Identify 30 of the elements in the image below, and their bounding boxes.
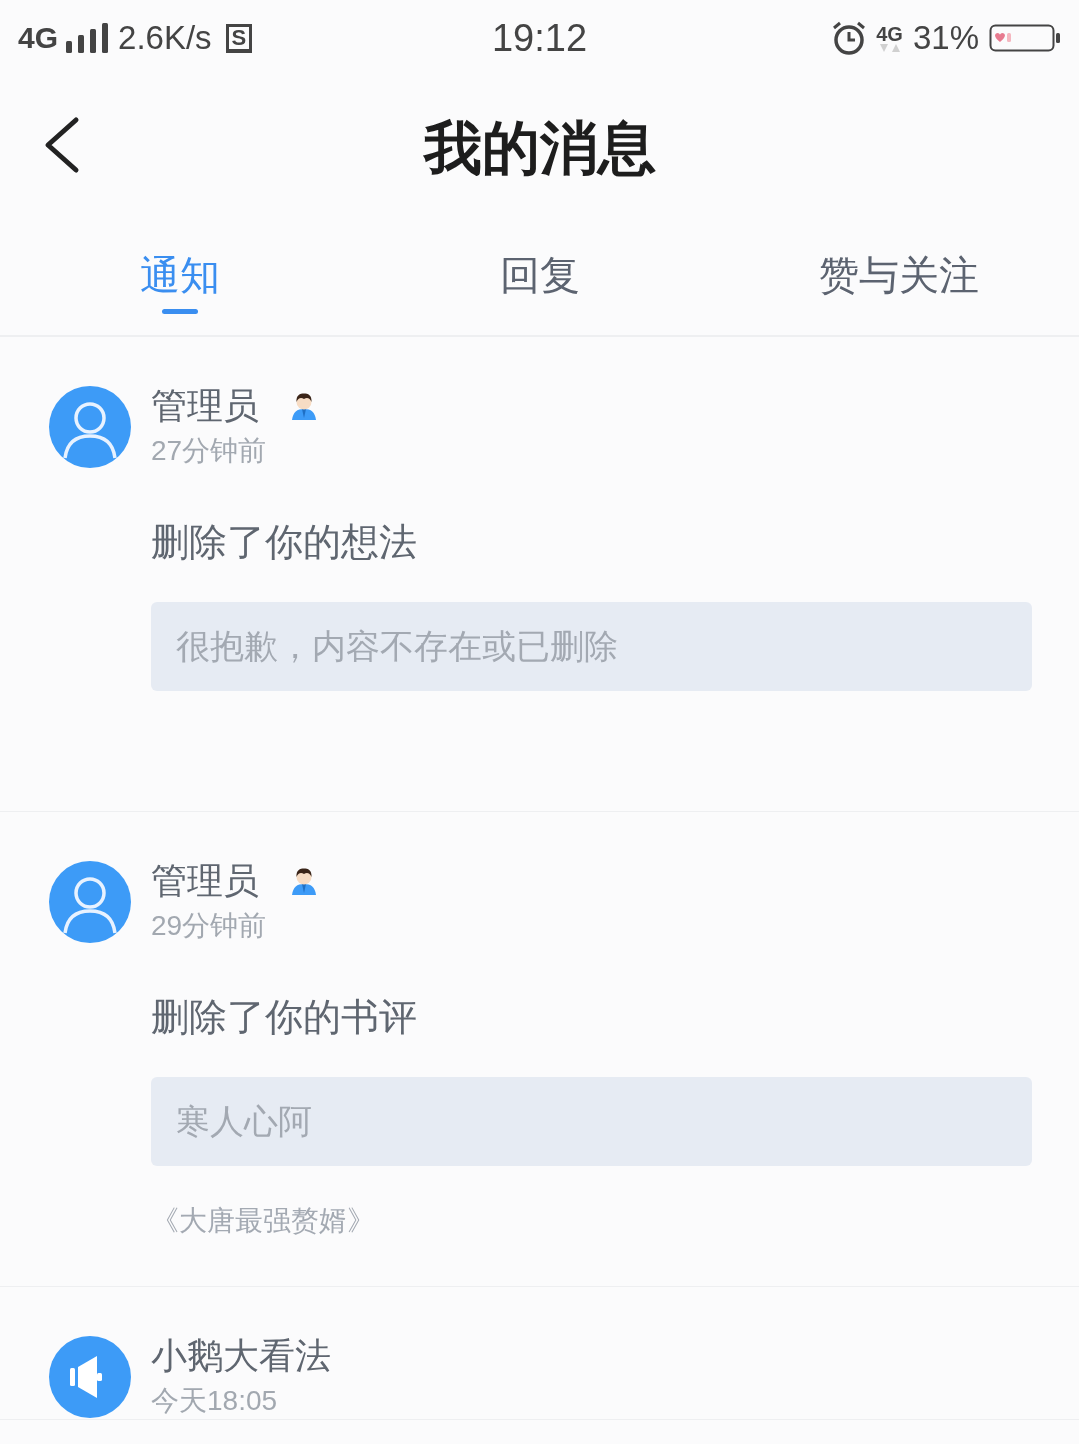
quoted-content[interactable]: 很抱歉，内容不存在或已删除 — [151, 602, 1032, 691]
battery-percent: 31% — [912, 19, 979, 57]
admin-badge-icon — [291, 392, 317, 420]
page-title: 我的消息 — [423, 115, 656, 183]
tab[interactable]: 回复 — [359, 218, 720, 335]
network-speed: 2.6K/s — [118, 19, 212, 57]
alarm-icon — [832, 21, 867, 55]
admin-badge-icon — [291, 867, 317, 895]
message-time: 今天18:05 — [151, 1384, 279, 1418]
network-type: 4G — [18, 21, 59, 55]
tab[interactable]: 通知 — [0, 218, 360, 335]
battery-icon — [989, 24, 1061, 52]
sender-name: 管理员 — [151, 384, 259, 428]
speaker-avatar-icon — [49, 1336, 131, 1418]
clock-time: 19:12 — [491, 16, 588, 60]
quoted-content[interactable]: 寒人心阿 — [151, 1077, 1032, 1166]
book-title-link[interactable]: 《大唐最强赘婿》 — [151, 1203, 375, 1239]
data-arrows-icon — [878, 43, 901, 53]
signal-icon — [66, 23, 111, 53]
sender-name: 小鹅大看法 — [151, 1334, 331, 1378]
message-text: 删除了你的想法 — [151, 520, 418, 565]
message-text: 删除了你的书评 — [151, 995, 418, 1040]
message-time: 29分钟前 — [151, 909, 268, 943]
message-time: 27分钟前 — [151, 434, 268, 468]
s-badge: S — [225, 23, 253, 53]
user-avatar-icon — [49, 386, 131, 468]
network-type: 4G — [876, 23, 903, 44]
tab[interactable]: 赞与关注 — [719, 218, 1079, 335]
user-avatar-icon — [49, 861, 131, 943]
sender-name: 管理员 — [151, 859, 259, 903]
